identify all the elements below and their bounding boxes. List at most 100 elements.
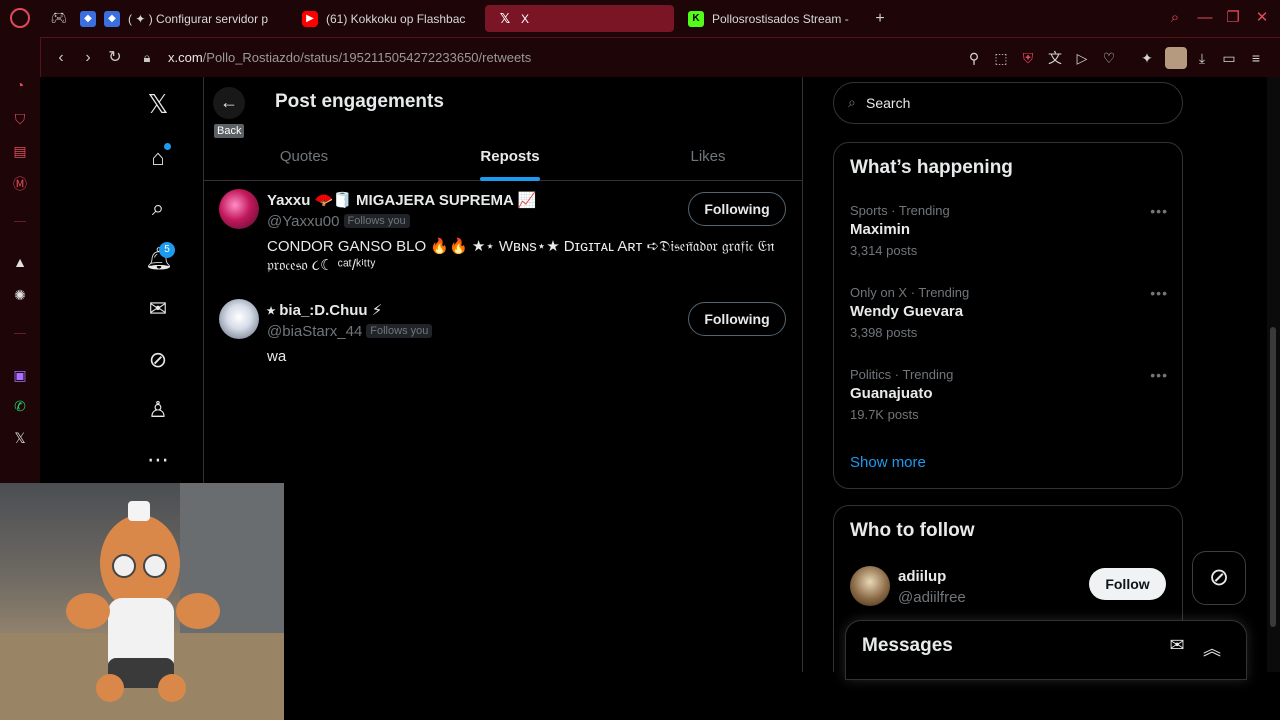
follows-you-badge: Follows you bbox=[343, 214, 410, 228]
app-a-icon[interactable]: ▲ bbox=[10, 252, 30, 272]
aria-icon[interactable]: ◔ bbox=[10, 75, 30, 95]
more-icon[interactable]: ⋯ bbox=[145, 447, 171, 473]
trend-context: Politics · Trending bbox=[850, 367, 954, 382]
x-icon: 𝕏 bbox=[499, 10, 511, 26]
roblox-icon: ◆ bbox=[80, 10, 96, 27]
following-button[interactable]: Following bbox=[688, 302, 786, 336]
back-nav-icon[interactable]: ‹ bbox=[51, 48, 71, 68]
messages-drawer[interactable]: Messages ✉ ︽ bbox=[845, 620, 1247, 680]
expand-icon[interactable]: ︽ bbox=[1201, 635, 1223, 661]
restore-icon[interactable]: ❐ bbox=[1224, 9, 1242, 27]
user-handle-line: @biaStarx_44 Follows you bbox=[267, 323, 433, 340]
trend-context: Only on X · Trending bbox=[850, 285, 970, 300]
more-options-icon[interactable]: ••• bbox=[1150, 367, 1168, 383]
search-placeholder: Search bbox=[866, 95, 911, 111]
following-button[interactable]: Following bbox=[688, 192, 786, 226]
chatgpt-icon[interactable]: ✺ bbox=[10, 285, 30, 305]
new-message-icon[interactable]: ✉ bbox=[1166, 635, 1188, 656]
workspace-icon[interactable]: ⛉ bbox=[10, 109, 30, 129]
suggestion-name[interactable]: adiilup bbox=[898, 568, 946, 585]
browser-tab-kick[interactable]: K Pollosrostisados Stream - bbox=[688, 5, 858, 32]
pin-icon[interactable]: ⚲ bbox=[965, 49, 983, 67]
user-name[interactable]: Yaxxu 🪭🧻 MIGAJERA SUPREMA 📈 bbox=[267, 191, 536, 209]
tab-reposts[interactable]: Reposts bbox=[450, 148, 570, 165]
whatsapp-icon[interactable]: ✆ bbox=[10, 396, 30, 416]
user-name[interactable]: ⭑ bia_:D.Chuu ⚡ bbox=[267, 301, 382, 319]
tab-quotes[interactable]: Quotes bbox=[244, 148, 364, 165]
trend-name: Wendy Guevara bbox=[850, 303, 964, 320]
twitch-icon[interactable]: ▣ bbox=[10, 365, 30, 385]
avatar[interactable] bbox=[219, 189, 259, 229]
suggestion-handle[interactable]: @adiilfree bbox=[898, 589, 966, 606]
youtube-icon: ▶ bbox=[302, 10, 318, 27]
search-input[interactable]: ⌕ Search bbox=[833, 82, 1183, 124]
show-more-link[interactable]: Show more bbox=[850, 454, 926, 471]
close-icon[interactable]: ✕ bbox=[1253, 9, 1271, 27]
browser-tab-youtube[interactable]: ▶ (61) Kokkoku op Flashbac bbox=[302, 5, 474, 32]
grok-floating-button[interactable]: ⊘ bbox=[1192, 551, 1246, 605]
wallet-icon[interactable]: ▤ bbox=[10, 141, 30, 161]
browser-tab-bar: 🎮︎ ◆ ◆ ( ✦ ) Configurar servidor p ▶ (61… bbox=[0, 0, 1280, 37]
browser-tab-roblox[interactable]: ◆ ◆ ( ✦ ) Configurar servidor p bbox=[80, 5, 280, 32]
translate-icon[interactable]: 文 bbox=[1046, 49, 1064, 67]
roblox-icon: ◆ bbox=[104, 10, 120, 27]
column-divider-right bbox=[802, 77, 803, 672]
user-handle[interactable]: @biaStarx_44 bbox=[267, 323, 362, 340]
list-item[interactable]: Yaxxu 🪭🧻 MIGAJERA SUPREMA 📈 @Yaxxu00 Foll… bbox=[204, 189, 802, 291]
extensions-icon[interactable]: ✦ bbox=[1138, 49, 1156, 67]
follow-button[interactable]: Follow bbox=[1089, 568, 1166, 600]
url-field[interactable]: x.com/Pollo_Rostiazdo/status/19521150542… bbox=[168, 50, 531, 65]
profile-icon[interactable]: ♙ bbox=[145, 397, 171, 423]
avatar[interactable] bbox=[219, 299, 259, 339]
trend-item[interactable]: Sports · Trending Maximin 3,314 posts ••… bbox=[850, 203, 1168, 258]
trend-name: Guanajuato bbox=[850, 385, 933, 402]
forward-nav-icon[interactable]: › bbox=[78, 48, 98, 68]
x-logo-icon[interactable]: 𝕏 bbox=[145, 91, 171, 117]
minimize-icon[interactable]: — bbox=[1196, 9, 1214, 27]
address-bar: ‹ › ↻ 🔒︎ x.com/Pollo_Rostiazdo/status/19… bbox=[40, 37, 1280, 77]
list-item[interactable]: ⭑ bia_:D.Chuu ⚡ @biaStarx_44 Follows you … bbox=[204, 299, 802, 371]
download-icon[interactable]: ⤓ bbox=[1193, 49, 1211, 67]
more-options-icon[interactable]: ••• bbox=[1150, 285, 1168, 301]
new-tab-button[interactable]: + bbox=[870, 9, 890, 29]
trend-count: 19.7K posts bbox=[850, 407, 919, 422]
battery-icon[interactable]: ▭ bbox=[1220, 49, 1238, 67]
more-options-icon[interactable]: ••• bbox=[1150, 203, 1168, 219]
scrollbar-thumb[interactable] bbox=[1270, 327, 1276, 627]
profile-avatar[interactable] bbox=[1165, 47, 1187, 69]
kick-icon: K bbox=[688, 10, 704, 27]
grok-icon[interactable]: ⊘ bbox=[145, 347, 171, 373]
trend-item[interactable]: Only on X · Trending Wendy Guevara 3,398… bbox=[850, 285, 1168, 340]
explore-icon[interactable]: ⌕ bbox=[145, 195, 171, 221]
engagement-tabs: Quotes Reposts Likes bbox=[204, 137, 802, 181]
back-button[interactable]: ← bbox=[213, 87, 245, 119]
mail-icon[interactable]: Ⓜ bbox=[10, 174, 30, 194]
snapshot-icon[interactable]: ⬚ bbox=[992, 49, 1010, 67]
whats-happening-panel: What’s happening Sports · Trending Maxim… bbox=[833, 142, 1183, 489]
url-path: /Pollo_Rostiazdo/status/1952115054272233… bbox=[202, 50, 532, 65]
reload-icon[interactable]: ↻ bbox=[105, 48, 125, 68]
url-host: x.com bbox=[168, 50, 203, 65]
messages-icon[interactable]: ✉ bbox=[145, 296, 171, 322]
trend-item[interactable]: Politics · Trending Guanajuato 19.7K pos… bbox=[850, 367, 1168, 422]
browser-tab-x[interactable]: 𝕏 X bbox=[485, 5, 674, 32]
send-icon[interactable]: ▷ bbox=[1073, 49, 1091, 67]
x-sidebar-icon[interactable]: 𝕏 bbox=[10, 428, 30, 448]
user-handle[interactable]: @Yaxxu00 bbox=[267, 213, 340, 230]
page-title: Post engagements bbox=[275, 91, 444, 112]
menu-icon[interactable]: ≡ bbox=[1247, 49, 1265, 67]
tab-likes[interactable]: Likes bbox=[648, 148, 768, 165]
heart-icon[interactable]: ♡ bbox=[1100, 49, 1118, 67]
tab-selected-indicator bbox=[480, 177, 540, 181]
trend-count: 3,314 posts bbox=[850, 243, 918, 258]
trend-name: Maximin bbox=[850, 221, 911, 238]
lock-icon[interactable]: 🔒︎ bbox=[137, 48, 157, 68]
search-tabs-icon[interactable]: ⌕ bbox=[1166, 9, 1184, 27]
avatar[interactable] bbox=[850, 566, 890, 606]
webcam-character-image bbox=[0, 483, 284, 720]
opera-logo-icon[interactable] bbox=[10, 8, 30, 28]
tab-title: X bbox=[521, 11, 530, 26]
shield-icon[interactable]: ⛨ bbox=[1019, 49, 1037, 67]
tab-title: (61) Kokkoku op Flashbac bbox=[326, 11, 466, 26]
gaming-controller-icon[interactable]: 🎮︎ bbox=[50, 10, 68, 26]
